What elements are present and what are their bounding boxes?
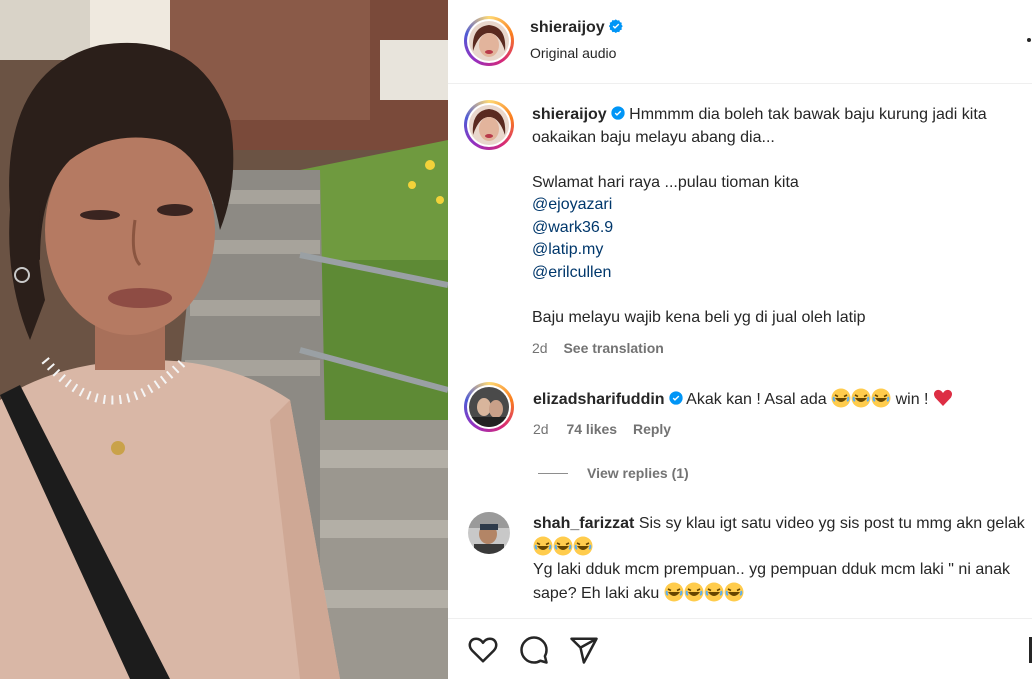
comment-username[interactable]: shah_farizzat: [533, 515, 634, 532]
red-heart-emoji-icon: [933, 389, 952, 406]
laughing-emoji-icon: [664, 582, 684, 601]
reply-button[interactable]: Reply: [633, 421, 671, 437]
caption-author-avatar[interactable]: [464, 100, 514, 150]
comment-item: elizadsharifuddin Akak kan ! Asal ada wi…: [464, 382, 1032, 442]
caption-username[interactable]: shieraijoy: [532, 106, 607, 123]
mention-link[interactable]: @ejoyazari: [532, 194, 1032, 217]
caption-text: shieraijoy Hmmmm dia boleh tak bawak baj…: [532, 104, 1032, 360]
laughing-emoji-icon: [553, 536, 573, 555]
commenter-avatar-image: [468, 512, 510, 554]
post-header: shieraijoy Original audio: [448, 0, 1032, 84]
laughing-emoji-icon: [724, 582, 744, 601]
author-avatar[interactable]: [464, 16, 514, 66]
laughing-emoji-icon: [684, 582, 704, 601]
comment-icon[interactable]: [519, 635, 549, 665]
laughing-emoji-icon: [871, 388, 891, 408]
caption-line-2: Swlamat hari raya ...pulau tioman kita: [532, 173, 799, 191]
verified-badge-icon: [668, 391, 683, 405]
comment-body-line-1: Sis sy klau igt satu video yg sis post t…: [638, 515, 1025, 532]
audio-label[interactable]: Original audio: [530, 45, 616, 61]
more-icon[interactable]: [1024, 33, 1032, 47]
commenter-avatar[interactable]: [468, 512, 510, 554]
comment-body-line-2: Yg laki dduk mcm prempuan.. yg pempuan d…: [533, 561, 1011, 602]
comment-likes[interactable]: 74 likes: [566, 421, 617, 437]
verified-badge-icon: [608, 19, 623, 33]
comment-item: shah_farizzat Sis sy klau igt satu video…: [464, 510, 1032, 610]
author-avatar-image: [469, 21, 509, 61]
caption-time[interactable]: 2d: [532, 340, 548, 356]
laughing-emoji-icon: [704, 582, 724, 601]
view-replies-button[interactable]: View replies (1): [587, 465, 689, 481]
post-photo: [0, 0, 448, 679]
mention-link[interactable]: @wark36.9: [532, 217, 1032, 240]
caption-meta: 2d See translation: [532, 337, 1032, 360]
comment-username[interactable]: elizadsharifuddin: [533, 391, 665, 408]
mention-link[interactable]: @erilcullen: [532, 262, 1032, 285]
laughing-emoji-icon: [533, 536, 553, 555]
comment-body-end: win !: [895, 391, 929, 408]
laughing-emoji-icon: [831, 388, 851, 408]
post-detail-panel: shieraijoy Original audio shieraijoy Hmm…: [448, 0, 1032, 679]
mention-link[interactable]: @latip.my: [532, 239, 1032, 262]
comment-body-start: Akak kan ! Asal ada: [686, 391, 827, 408]
laughing-emoji-icon: [573, 536, 593, 555]
post-action-bar: [448, 618, 1032, 679]
laughing-emoji-icon: [851, 388, 871, 408]
send-icon[interactable]: [569, 635, 599, 665]
author-username[interactable]: shieraijoy: [530, 19, 623, 37]
caption-line-3: Baju melayu wajib kena beli yg di jual o…: [532, 308, 866, 326]
comment-meta: 2d 74 likes Reply: [533, 421, 671, 437]
commenter-avatar[interactable]: [464, 382, 514, 432]
heart-icon[interactable]: [468, 635, 498, 665]
author-username-text[interactable]: shieraijoy: [530, 19, 605, 36]
commenter-avatar-image: [469, 387, 509, 427]
replies-divider: [538, 473, 568, 474]
comment-text: shah_farizzat Sis sy klau igt satu video…: [533, 513, 1032, 605]
verified-badge-icon: [611, 106, 625, 120]
caption-avatar-image: [469, 105, 509, 145]
comment-time[interactable]: 2d: [533, 421, 549, 437]
post-media[interactable]: [0, 0, 448, 679]
see-translation-button[interactable]: See translation: [563, 340, 663, 356]
comment-text: elizadsharifuddin Akak kan ! Asal ada wi…: [533, 388, 1032, 412]
